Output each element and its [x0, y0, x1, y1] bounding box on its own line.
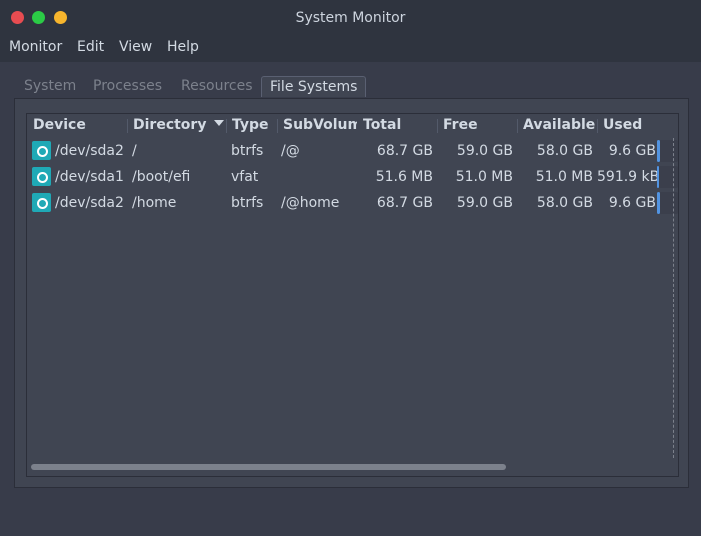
menu-monitor[interactable]: Monitor: [9, 39, 62, 55]
file-systems-table[interactable]: Device Directory Type SubVolume Total Fr…: [26, 113, 679, 477]
cell-device: /dev/sda2: [55, 195, 124, 211]
cell-type: vfat: [231, 169, 259, 185]
cell-total: 51.6 MB: [375, 169, 433, 185]
usage-bar: [657, 140, 678, 162]
cell-directory: /: [132, 143, 137, 159]
tab-file-systems[interactable]: File Systems: [261, 76, 367, 97]
cell-available: 58.0 GB: [536, 143, 593, 159]
table-row[interactable]: /dev/sda2 /home btrfs /@home 68.7 GB 59.…: [27, 190, 678, 216]
column-device[interactable]: Device: [33, 117, 86, 133]
cell-used: 9.6 GB: [608, 195, 656, 211]
horizontal-scrollbar[interactable]: [27, 460, 678, 476]
column-separator[interactable]: [517, 119, 518, 133]
column-available[interactable]: Available: [523, 117, 595, 133]
file-systems-panel: Device Directory Type SubVolume Total Fr…: [14, 98, 689, 488]
usage-bar-fill: [657, 166, 660, 188]
tab-processes[interactable]: Processes: [93, 78, 162, 94]
cell-subvolume: /@home: [281, 195, 340, 211]
drive-harddisk-icon: [32, 193, 51, 212]
cell-device: /dev/sda1: [55, 169, 124, 185]
column-separator[interactable]: [437, 119, 438, 133]
column-separator[interactable]: [277, 119, 278, 133]
cell-directory: /home: [132, 195, 177, 211]
cell-available: 51.0 MB: [535, 169, 593, 185]
column-separator[interactable]: [226, 119, 227, 133]
table-row[interactable]: /dev/sda1 /boot/efi vfat 51.6 MB 51.0 MB…: [27, 164, 678, 190]
column-free[interactable]: Free: [443, 117, 478, 133]
table-row[interactable]: /dev/sda2 / btrfs /@ 68.7 GB 59.0 GB 58.…: [27, 138, 678, 164]
column-separator[interactable]: [597, 119, 598, 133]
cell-type: btrfs: [231, 195, 264, 211]
sort-descending-icon: [214, 120, 225, 126]
cell-available: 58.0 GB: [536, 195, 593, 211]
tab-resources[interactable]: Resources: [181, 78, 253, 94]
cell-free: 59.0 GB: [456, 143, 513, 159]
usage-bar: [657, 166, 678, 188]
scrollbar-thumb[interactable]: [31, 464, 506, 470]
column-used[interactable]: Used: [603, 117, 642, 133]
column-edge-guide: [673, 138, 674, 458]
main-content: System Processes Resources File Systems …: [0, 62, 701, 536]
tab-system[interactable]: System: [24, 78, 76, 94]
menu-bar: Monitor Edit View Help: [0, 36, 701, 62]
cell-directory: /boot/efi: [132, 169, 191, 185]
cell-used: 9.6 GB: [608, 143, 656, 159]
menu-help[interactable]: Help: [167, 39, 199, 55]
menu-edit[interactable]: Edit: [77, 39, 104, 55]
table-header: Device Directory Type SubVolume Total Fr…: [27, 114, 678, 138]
cell-total: 68.7 GB: [376, 143, 433, 159]
column-total[interactable]: Total: [363, 117, 401, 133]
usage-bar-fill: [657, 192, 660, 214]
drive-harddisk-icon: [32, 167, 51, 186]
column-directory[interactable]: Directory: [133, 117, 225, 133]
drive-harddisk-icon: [32, 141, 51, 160]
title-bar: System Monitor: [0, 0, 701, 36]
cell-device: /dev/sda2: [55, 143, 124, 159]
usage-bar-fill: [657, 140, 660, 162]
cell-subvolume: /@: [281, 143, 300, 159]
column-subvolume[interactable]: SubVolume: [283, 117, 357, 133]
column-separator[interactable]: [127, 119, 128, 133]
usage-bar: [657, 192, 678, 214]
cell-total: 68.7 GB: [376, 195, 433, 211]
window-title: System Monitor: [295, 10, 406, 26]
cell-used: 591.9 kB: [597, 169, 660, 185]
cell-free: 59.0 GB: [456, 195, 513, 211]
menu-view[interactable]: View: [119, 39, 152, 55]
column-type[interactable]: Type: [232, 117, 269, 133]
cell-type: btrfs: [231, 143, 264, 159]
cell-free: 51.0 MB: [455, 169, 513, 185]
